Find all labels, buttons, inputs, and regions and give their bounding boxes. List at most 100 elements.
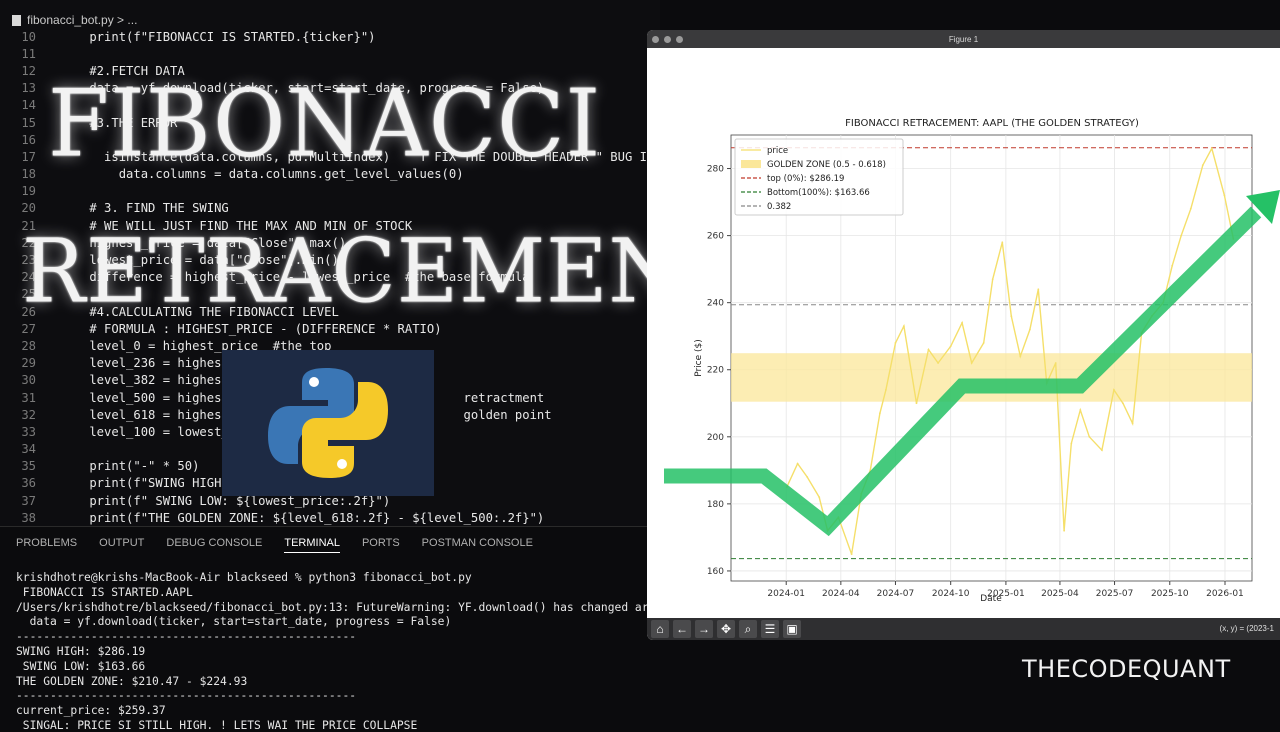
code-text[interactable]: print(f"THE GOLDEN ZONE: ${level_618:.2f…	[36, 511, 544, 525]
code-line[interactable]: 19	[0, 183, 660, 200]
price-point	[1037, 288, 1040, 291]
line-number: 30	[21, 373, 36, 388]
price-point	[1019, 355, 1022, 358]
legend: price GOLDEN ZONE (0.5 - 0.618) top (0%): …	[734, 138, 904, 216]
line-number: 17	[21, 149, 36, 164]
price-point	[1232, 238, 1235, 240]
x-tick-label: 2026-01	[1206, 589, 1244, 599]
terminal-line: ----------------------------------------…	[16, 689, 357, 703]
y-tick-label: 200	[707, 433, 724, 443]
line-number: 29	[21, 356, 36, 371]
price-point	[860, 492, 863, 495]
price-point	[1063, 529, 1066, 532]
terminal-line: ----------------------------------------…	[16, 630, 357, 644]
panel-tab-problems[interactable]: PROBLEMS	[16, 537, 77, 553]
code-text[interactable]: print(f"FIBONACCI IS STARTED.{ticker}")	[36, 30, 375, 44]
code-line[interactable]: 27 # FORMULA : HIGHEST_PRICE - (DIFFEREN…	[0, 320, 660, 337]
price-point	[991, 278, 994, 281]
golden-zone-band	[731, 353, 1252, 402]
x-axis-label: Date	[980, 594, 1002, 604]
price-point	[1122, 402, 1124, 405]
chart-title: FIBONACCI RETRACEMENT: AAPL (THE GOLDEN …	[845, 118, 1139, 129]
code-text[interactable]: # FORMULA : HIGHEST_PRICE - (DIFFERENCE …	[36, 322, 441, 336]
terminal-line: /Users/krishdhotre/blackseed/fibonacci_b…	[16, 600, 663, 614]
y-tick-label: 160	[707, 567, 724, 577]
figure-titlebar[interactable]: Figure 1	[647, 30, 1280, 48]
terminal-line: SINGAL: PRICE SI STILL HIGH. ! LETS WAI …	[16, 719, 418, 732]
coordinate-readout: (x, y) = (2023-1	[1219, 624, 1274, 633]
price-point	[818, 496, 821, 499]
price-point	[937, 362, 939, 364]
line-number: 10	[21, 29, 36, 44]
code-line[interactable]: 20 # 3. FIND THE SWING	[0, 200, 660, 217]
price-point	[927, 348, 930, 351]
x-tick-label: 2024-07	[877, 589, 915, 599]
legend-entry: price	[767, 146, 788, 156]
line-number: 20	[21, 201, 36, 216]
python-logo	[222, 350, 434, 496]
y-tick-label: 280	[707, 165, 724, 175]
code-line[interactable]: 38 print(f"THE GOLDEN ZONE: ${level_618:…	[0, 509, 660, 526]
y-axis-label: Price ($)	[694, 339, 704, 377]
price-point	[796, 462, 799, 465]
back-arrow-icon[interactable]: ←	[673, 620, 691, 638]
price-point	[1029, 328, 1031, 331]
line-number: 33	[21, 424, 36, 439]
line-number: 11	[21, 46, 36, 61]
configure-icon[interactable]: ☰	[761, 620, 779, 638]
panel-tab-ports[interactable]: PORTS	[362, 537, 400, 553]
price-point	[1210, 147, 1213, 150]
code-text[interactable]: print("-" * 50)	[36, 459, 199, 473]
price-point	[915, 402, 918, 405]
panel-tab-terminal[interactable]: TERMINAL	[284, 537, 340, 553]
breadcrumb[interactable]: fibonacci_bot.py > ...	[12, 12, 137, 28]
code-line[interactable]: 11	[0, 45, 660, 62]
code-text[interactable]: # 3. FIND THE SWING	[36, 201, 228, 215]
price-point	[1162, 301, 1165, 304]
price-point	[1101, 449, 1103, 452]
line-number: 28	[21, 338, 36, 353]
panel-tab-postman-console[interactable]: POSTMAN CONSOLE	[422, 537, 533, 553]
price-point	[785, 486, 788, 489]
zoom-icon[interactable]: ⌕	[739, 620, 757, 638]
price-point	[878, 412, 881, 415]
y-tick-label: 260	[707, 232, 724, 242]
pan-icon[interactable]: ✥	[717, 620, 735, 638]
price-point	[1223, 194, 1226, 197]
price-point	[806, 476, 809, 478]
fibonacci-chart[interactable]: FIBONACCI RETRACEMENT: AAPL (THE GOLDEN …	[647, 48, 1280, 618]
panel-tab-output[interactable]: OUTPUT	[99, 537, 144, 553]
line-number: 31	[21, 390, 36, 405]
x-tick-label: 2024-04	[822, 589, 860, 599]
forward-arrow-icon[interactable]: →	[695, 620, 713, 638]
line-number: 18	[21, 167, 36, 182]
legend-entry: GOLDEN ZONE (0.5 - 0.618)	[767, 160, 886, 170]
code-line[interactable]: 10 print(f"FIBONACCI IS STARTED.{ticker}…	[0, 28, 660, 45]
price-point	[869, 469, 872, 472]
terminal-line: FIBONACCI IS STARTED.AAPL	[16, 585, 193, 599]
terminal-line: current_price: $259.37	[16, 704, 166, 718]
price-point	[1010, 315, 1013, 317]
legend-entry: top (0%): $286.19	[767, 174, 844, 184]
price-point	[1079, 409, 1082, 411]
price-point	[1180, 234, 1183, 237]
home-icon[interactable]: ⌂	[651, 620, 669, 638]
price-point	[1070, 442, 1073, 445]
price-point	[1189, 207, 1192, 210]
legend-entry: 0.382	[767, 202, 791, 212]
save-icon[interactable]: ▣	[783, 620, 801, 638]
panel-tabs: PROBLEMS OUTPUT DEBUG CONSOLE TERMINAL PORTS…	[16, 537, 533, 553]
price-point	[1131, 422, 1134, 425]
x-tick-label: 2025-04	[1041, 589, 1079, 599]
panel-tab-debug-console[interactable]: DEBUG CONSOLE	[166, 537, 262, 553]
figure-window[interactable]: Figure 1 FIBONACCI RETRACEMENT: AAPL (TH…	[647, 30, 1280, 640]
price-point	[1171, 264, 1174, 267]
price-point	[982, 342, 985, 344]
price-point	[1140, 331, 1143, 334]
video-title-line1: FIBONACCI	[48, 69, 602, 178]
y-tick-label: 220	[707, 366, 724, 376]
line-number: 15	[21, 115, 36, 130]
line-number: 19	[21, 184, 36, 199]
terminal-line: krishdhotre@krishs-MacBook-Air blackseed…	[16, 571, 472, 584]
price-point	[884, 388, 887, 391]
